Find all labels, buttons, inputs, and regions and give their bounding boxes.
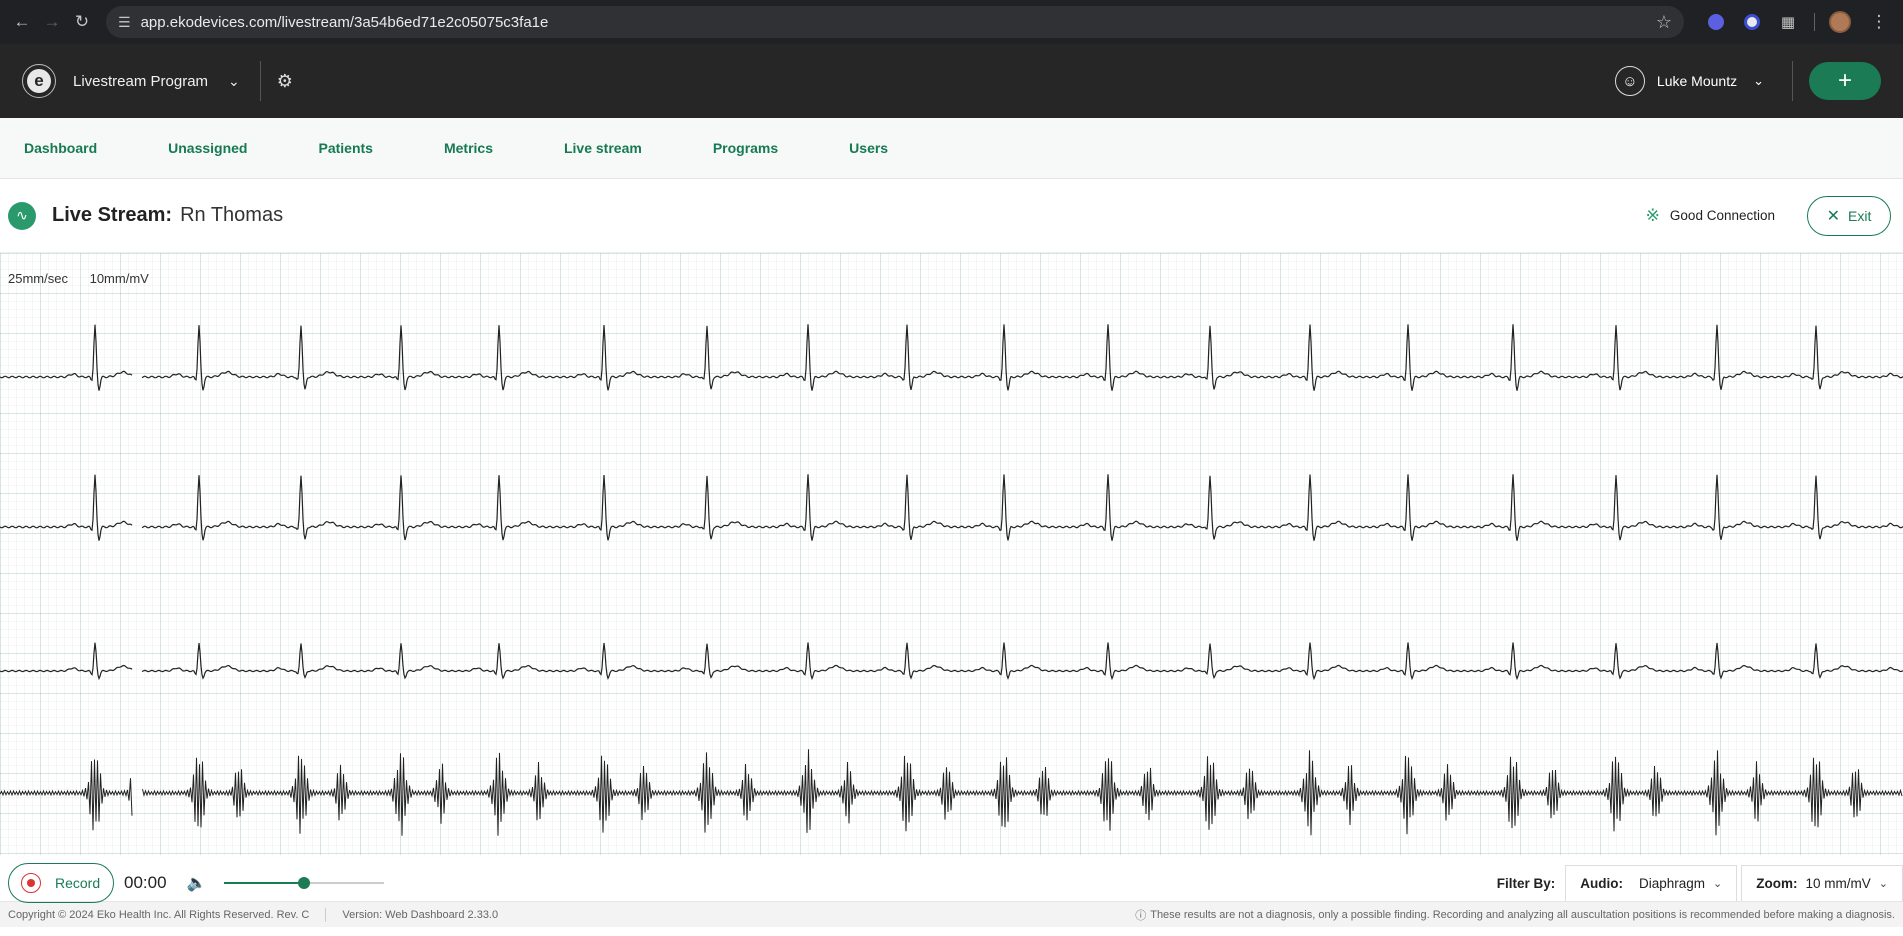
app-header: e Livestream Program ⌄ ⚙ ☺ Luke Mountz ⌄… bbox=[0, 44, 1903, 118]
tab-patients[interactable]: Patients bbox=[318, 140, 372, 156]
ecg-strip: 25mm/sec 10mm/mV bbox=[0, 253, 1903, 855]
record-icon bbox=[21, 873, 41, 893]
chevron-down-icon: ⌄ bbox=[1878, 878, 1888, 890]
elapsed-time: 00:00 bbox=[124, 873, 167, 892]
filter-bar: Filter By: Audio: Diaphragm ⌄ Zoom: 10 m… bbox=[1497, 865, 1903, 901]
back-icon[interactable]: ← bbox=[8, 8, 36, 36]
header-divider bbox=[1792, 61, 1793, 101]
tab-live-stream[interactable]: Live stream bbox=[564, 140, 642, 156]
add-button[interactable]: + bbox=[1809, 62, 1881, 100]
gear-icon[interactable]: ⚙ bbox=[277, 71, 293, 92]
address-bar[interactable]: ☰ app.ekodevices.com/livestream/3a54b6ed… bbox=[106, 6, 1684, 38]
page-title: Live Stream: bbox=[52, 204, 173, 226]
chevron-down-icon[interactable]: ⌄ bbox=[228, 73, 240, 90]
volume-slider[interactable] bbox=[224, 876, 385, 890]
paper-speed: 25mm/sec bbox=[8, 271, 68, 286]
record-label: Record bbox=[55, 875, 101, 891]
header-divider bbox=[259, 61, 261, 101]
audio-label: Audio: bbox=[1580, 876, 1624, 891]
exit-label: Exit bbox=[1848, 207, 1872, 224]
profile-avatar[interactable] bbox=[1829, 11, 1851, 33]
tab-programs[interactable]: Programs bbox=[713, 140, 778, 156]
waveform-icon: ∿ bbox=[8, 201, 36, 230]
zoom-select[interactable]: Zoom: 10 mm/mV ⌄ bbox=[1741, 865, 1903, 901]
close-icon: ✕ bbox=[1826, 207, 1841, 225]
disclaimer: These results are not a diagnosis, only … bbox=[1150, 908, 1895, 921]
program-name[interactable]: Livestream Program bbox=[73, 73, 208, 90]
reload-icon[interactable]: ↻ bbox=[68, 8, 96, 36]
user-name[interactable]: Luke Mountz bbox=[1657, 73, 1737, 89]
browser-toolbar: ← → ↻ ☰ app.ekodevices.com/livestream/3a… bbox=[0, 0, 1903, 44]
audio-value: Diaphragm bbox=[1639, 876, 1706, 891]
footer: Copyright © 2024 Eko Health Inc. All Rig… bbox=[0, 901, 1903, 927]
tab-users[interactable]: Users bbox=[849, 140, 888, 156]
chevron-down-icon[interactable]: ⌄ bbox=[1753, 73, 1764, 89]
volume-icon[interactable]: 🔈 bbox=[187, 873, 207, 893]
audio-filter-select[interactable]: Audio: Diaphragm ⌄ bbox=[1565, 865, 1738, 901]
zoom-value: 10 mm/mV bbox=[1805, 876, 1871, 891]
eko-logo[interactable]: e bbox=[22, 64, 56, 98]
main-nav: Dashboard Unassigned Patients Metrics Li… bbox=[0, 118, 1903, 179]
tab-unassigned[interactable]: Unassigned bbox=[168, 140, 247, 156]
extension-icon[interactable] bbox=[1702, 8, 1730, 36]
connection-status: Good Connection bbox=[1669, 208, 1775, 223]
zoom-label: Zoom: bbox=[1756, 876, 1798, 891]
tab-metrics[interactable]: Metrics bbox=[444, 140, 493, 156]
ecg-traces bbox=[0, 324, 1903, 836]
gain: 10mm/mV bbox=[89, 271, 149, 286]
stream-title-bar: ∿ Live Stream: Rn Thomas ※ Good Connecti… bbox=[0, 179, 1903, 253]
forward-icon[interactable]: → bbox=[38, 8, 66, 36]
playback-controls: Record 00:00 🔈 Filter By: Audio: Diaphra… bbox=[0, 855, 1903, 903]
extension-icon[interactable] bbox=[1738, 8, 1766, 36]
volume-thumb[interactable] bbox=[298, 877, 311, 889]
tab-dashboard[interactable]: Dashboard bbox=[24, 140, 97, 156]
user-icon[interactable]: ☺ bbox=[1614, 66, 1645, 96]
exit-button[interactable]: ✕ Exit bbox=[1807, 195, 1891, 236]
bookmark-star-icon[interactable]: ☆ bbox=[1656, 12, 1672, 33]
info-icon: ⓘ bbox=[1135, 909, 1147, 922]
ecg-lead-1-trace bbox=[0, 324, 1903, 391]
phonocardiogram-trace bbox=[0, 749, 1903, 836]
version: Version: Web Dashboard 2.33.0 bbox=[342, 908, 499, 921]
volume-fill bbox=[224, 882, 305, 884]
copyright: Copyright © 2024 Eko Health Inc. All Rig… bbox=[8, 908, 310, 921]
ecg-lead-3-trace bbox=[0, 642, 1903, 681]
browser-menu-icon[interactable]: ⋮ bbox=[1865, 8, 1893, 36]
url-text: app.ekodevices.com/livestream/3a54b6ed71… bbox=[140, 13, 549, 31]
ecg-scale: 25mm/sec 10mm/mV bbox=[8, 271, 167, 286]
record-button[interactable]: Record bbox=[8, 863, 114, 903]
site-settings-icon[interactable]: ☰ bbox=[118, 14, 131, 31]
toolbar-divider bbox=[1814, 13, 1815, 31]
chevron-down-icon: ⌄ bbox=[1713, 878, 1723, 890]
filter-label: Filter By: bbox=[1496, 875, 1556, 891]
patient-name: Rn Thomas bbox=[180, 204, 284, 226]
ecg-lead-2-trace bbox=[0, 474, 1903, 541]
puzzle-extensions-icon[interactable]: ▦ bbox=[1774, 8, 1802, 36]
bluetooth-icon: ※ bbox=[1645, 205, 1660, 225]
